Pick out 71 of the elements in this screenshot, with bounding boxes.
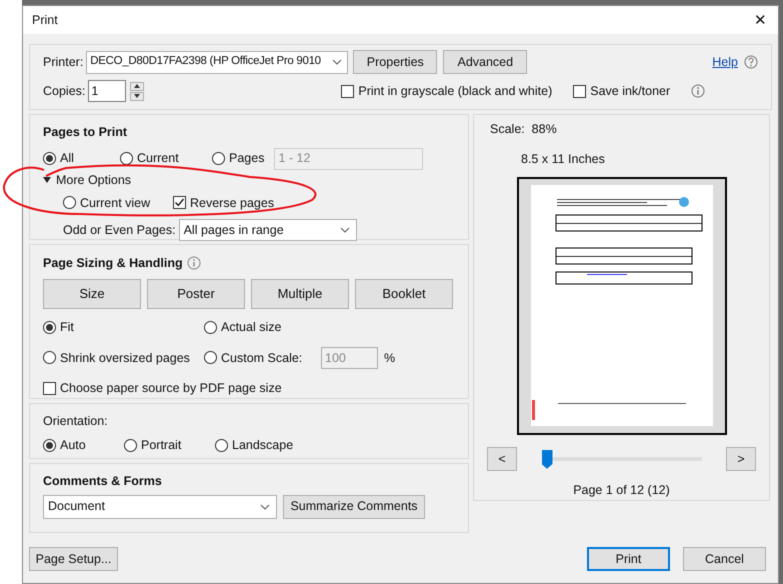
radio-label: Actual size [221, 318, 282, 336]
checkbox[interactable] [173, 196, 186, 210]
page-sizing-button[interactable]: Size [43, 278, 141, 309]
chevron-down-icon [260, 504, 270, 510]
copies-spinner[interactable] [130, 82, 144, 100]
copies-label: Copies: [43, 82, 86, 100]
page-size-label: 8.5 x 11 Inches [521, 150, 605, 168]
radio-button[interactable] [204, 351, 217, 364]
info-icon [186, 256, 201, 270]
radio-button[interactable] [43, 152, 56, 166]
radio-label: Landscape [232, 436, 294, 454]
radio-label: All [60, 150, 74, 168]
page-sizing-button[interactable]: Booklet [355, 278, 453, 309]
page-setup-button[interactable]: Page Setup... [29, 547, 118, 571]
radio-label: Auto [60, 436, 86, 454]
window-title: Print [32, 12, 58, 29]
percent-label: % [384, 350, 396, 366]
checkbox[interactable] [341, 84, 354, 98]
more-options-toggle[interactable]: More Options [43, 170, 455, 190]
page-sizing-button[interactable]: Multiple [251, 278, 349, 309]
print-button[interactable]: Print [587, 547, 670, 571]
chevron-down-icon [332, 59, 342, 65]
radio-label: Shrink oversized pages [60, 350, 190, 367]
checkbox-label: Choose paper source by PDF page size [60, 380, 282, 398]
next-page-button[interactable]: > [726, 447, 756, 472]
info-icon [691, 84, 706, 98]
page-indicator: Page 1 of 12 (12) [573, 482, 670, 500]
radio-button[interactable] [63, 196, 76, 210]
checkbox[interactable] [573, 84, 586, 98]
close-button[interactable]: ✕ [751, 12, 770, 28]
checkbox-label: Save ink/toner [590, 82, 670, 100]
previous-page-button[interactable]: < [487, 447, 517, 472]
radio-label: Custom Scale: [221, 350, 302, 366]
radio-label: Fit [60, 318, 74, 336]
radio-label: Current view [80, 194, 150, 212]
properties-button[interactable]: Properties [353, 50, 438, 74]
section-title: Orientation: [43, 413, 109, 430]
radio-button[interactable] [204, 320, 217, 334]
odd-even-dropdown[interactable]: All pages in range [178, 219, 357, 242]
checkbox-label: Reverse pages [190, 194, 274, 212]
radio-button[interactable] [43, 351, 56, 364]
radio-label: Current [137, 150, 179, 168]
printer-label: Printer: [43, 54, 84, 71]
odd-even-label: Odd or Even Pages: [63, 222, 176, 239]
page-sizing-button[interactable]: Poster [147, 278, 245, 309]
scale-label: Scale: 88% [490, 121, 557, 138]
radio-button[interactable] [43, 320, 56, 334]
chevron-down-icon [340, 227, 350, 234]
radio-button[interactable] [124, 438, 137, 452]
section-title: Page Sizing & Handling [43, 255, 183, 272]
copies-field[interactable]: 1 [88, 80, 126, 102]
cancel-button[interactable]: Cancel [683, 547, 766, 571]
advanced-button[interactable]: Advanced [443, 50, 528, 74]
checkbox[interactable] [43, 382, 56, 396]
checkbox-label: Print in grayscale (black and white) [358, 82, 552, 100]
page-slider[interactable] [542, 450, 702, 469]
section-title: Pages to Print [43, 124, 128, 141]
radio-button[interactable] [212, 152, 225, 166]
summarize-comments-button[interactable]: Summarize Comments [283, 494, 425, 519]
page-slider-thumb[interactable] [542, 450, 552, 469]
help-icon [744, 55, 758, 69]
radio-label: Pages [229, 150, 264, 168]
radio-button[interactable] [215, 438, 228, 452]
triangle-down-icon [43, 176, 51, 184]
printer-dropdown[interactable]: DECO_D80D17FA2398 (HP OfficeJet Pro 9010 [86, 50, 348, 74]
radio-button[interactable] [120, 152, 133, 166]
section-title: Comments & Forms [43, 473, 163, 490]
help-link[interactable]: Help [712, 52, 738, 72]
radio-button[interactable] [43, 438, 56, 452]
comments-dropdown[interactable]: Document [43, 494, 277, 519]
radio-label: Portrait [141, 436, 182, 454]
